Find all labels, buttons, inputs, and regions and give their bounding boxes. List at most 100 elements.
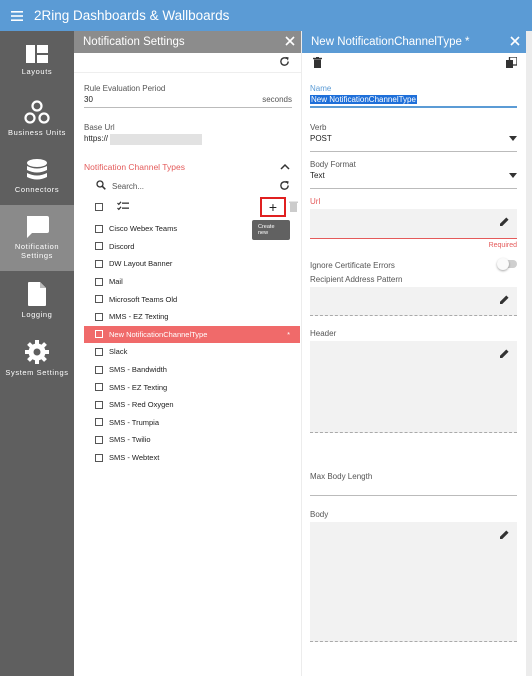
verb-select[interactable]: Verb POST — [310, 123, 517, 152]
sidebar-nav: Layouts Business Units Connectors Notifi… — [0, 31, 74, 676]
search-input[interactable] — [112, 181, 262, 191]
ignore-cert-toggle-row[interactable]: Ignore Certificate Errors — [310, 258, 517, 272]
delete-icon[interactable] — [289, 201, 298, 214]
database-icon — [27, 158, 47, 181]
file-icon — [28, 281, 46, 306]
unsaved-marker: * — [287, 329, 290, 339]
row-checkbox[interactable] — [95, 400, 103, 409]
row-checkbox[interactable] — [95, 453, 103, 462]
field-unit: seconds — [262, 95, 292, 104]
create-new-button[interactable]: + — [260, 197, 286, 217]
list-item[interactable]: SMS - Bandwidth — [84, 361, 300, 379]
refresh-icon[interactable] — [279, 180, 290, 193]
body-format-select[interactable]: Body Format Text — [310, 160, 517, 189]
sidebar-item-system-settings[interactable]: System Settings — [0, 329, 74, 387]
row-checkbox[interactable] — [95, 365, 103, 374]
sidebar-item-label: Connectors — [14, 184, 60, 194]
list-item[interactable]: SMS - EZ Texting — [84, 378, 300, 396]
close-icon[interactable] — [510, 35, 520, 49]
row-checkbox[interactable] — [95, 435, 103, 444]
panel-toolbar — [74, 53, 301, 73]
edit-pencil-icon[interactable] — [500, 349, 509, 360]
layouts-icon — [26, 44, 48, 63]
rule-evaluation-field[interactable]: Rule Evaluation Period 30 seconds — [84, 84, 292, 108]
field-value: https:// — [84, 134, 109, 143]
list-item-label: SMS - Twilio — [109, 435, 151, 445]
row-checkbox[interactable] — [95, 330, 103, 339]
editor-toolbar — [302, 53, 526, 73]
body-input[interactable] — [310, 522, 517, 642]
field-label: Body — [310, 510, 329, 519]
list-item-label: SMS - Bandwidth — [109, 365, 167, 375]
sidebar-item-notification-settings[interactable]: Notification Settings — [0, 205, 74, 271]
list-item[interactable]: Slack — [84, 343, 300, 361]
list-item[interactable]: Discord — [84, 238, 300, 256]
field-label: Ignore Certificate Errors — [310, 261, 395, 270]
sidebar-item-label: System Settings — [5, 367, 69, 377]
list-item-label: SMS - EZ Texting — [109, 382, 168, 392]
recipient-pattern-field[interactable]: Recipient Address Pattern — [310, 275, 517, 316]
list-item-label: SMS - Red Oxygen — [109, 400, 174, 410]
body-field[interactable]: Body — [310, 510, 517, 642]
field-label: Name — [310, 84, 332, 93]
delete-icon[interactable] — [313, 56, 322, 70]
list-item[interactable]: Cisco Webex Teams — [84, 220, 300, 238]
header-input[interactable] — [310, 341, 517, 433]
row-checkbox[interactable] — [95, 259, 103, 268]
sidebar-item-connectors[interactable]: Connectors — [0, 147, 74, 205]
refresh-icon[interactable] — [279, 56, 290, 69]
chevron-up-icon[interactable] — [280, 162, 290, 172]
list-item[interactable]: Microsoft Teams Old — [84, 290, 300, 308]
row-checkbox[interactable] — [95, 224, 103, 233]
business-units-icon — [24, 99, 50, 124]
url-field[interactable]: Url Required — [310, 197, 517, 249]
hamburger-menu-icon[interactable] — [0, 10, 34, 21]
row-checkbox[interactable] — [95, 418, 103, 427]
app-title: 2Ring Dashboards & Wallboards — [34, 8, 230, 23]
edit-pencil-icon[interactable] — [500, 295, 509, 306]
name-field[interactable]: Name New NotificationChannelType — [310, 84, 517, 108]
copy-icon[interactable] — [506, 55, 518, 70]
field-label: Base Url — [84, 123, 115, 132]
ignore-cert-toggle[interactable] — [497, 258, 517, 270]
row-checkbox[interactable] — [95, 295, 103, 304]
list-item[interactable]: SMS - Trumpia — [84, 414, 300, 432]
list-item[interactable]: Mail — [84, 273, 300, 291]
base-url-field[interactable]: Base Url https:// — [84, 123, 292, 145]
sidebar-item-layouts[interactable]: Layouts — [0, 31, 74, 89]
edit-pencil-icon[interactable] — [500, 217, 509, 228]
list-item-label: SMS - Trumpia — [109, 417, 160, 427]
url-input[interactable] — [310, 209, 517, 239]
row-checkbox[interactable] — [95, 347, 103, 356]
select-all-checkbox[interactable] — [95, 203, 103, 211]
row-checkbox[interactable] — [95, 277, 103, 286]
sidebar-item-label: Notification Settings — [14, 242, 60, 260]
row-checkbox[interactable] — [95, 242, 103, 251]
list-item-label: SMS - Webtext — [109, 453, 160, 463]
header-field[interactable]: Header — [310, 329, 517, 433]
list-item-label: Cisco Webex Teams — [109, 224, 178, 234]
list-item-label: Microsoft Teams Old — [109, 294, 178, 304]
channel-types-section-header[interactable]: Notification Channel Types — [84, 162, 290, 172]
list-item[interactable]: SMS - Red Oxygen — [84, 396, 300, 414]
list-item-selected[interactable]: New NotificationChannelType * — [84, 325, 300, 344]
checklist-icon[interactable] — [117, 201, 129, 213]
close-icon[interactable] — [285, 35, 295, 49]
max-body-length-field[interactable]: Max Body Length — [310, 472, 517, 496]
row-checkbox[interactable] — [95, 312, 103, 321]
name-input[interactable]: New NotificationChannelType — [310, 95, 417, 104]
list-item[interactable]: DW Layout Banner — [84, 255, 300, 273]
row-checkbox[interactable] — [95, 383, 103, 392]
list-item[interactable]: SMS - Twilio — [84, 431, 300, 449]
editor-header: New NotificationChannelType * — [302, 31, 526, 53]
channel-type-editor-panel: New NotificationChannelType * Name New N… — [302, 31, 526, 676]
recipient-pattern-input[interactable] — [310, 287, 517, 316]
sidebar-item-business-units[interactable]: Business Units — [0, 89, 74, 147]
field-label: Max Body Length — [310, 472, 373, 481]
edit-pencil-icon[interactable] — [500, 530, 509, 541]
list-item[interactable]: SMS - Webtext — [84, 449, 300, 467]
list-item[interactable]: MMS - EZ Texting — [84, 308, 300, 326]
sidebar-item-logging[interactable]: Logging — [0, 271, 74, 329]
section-title: Notification Channel Types — [84, 162, 185, 172]
redacted-area — [110, 134, 203, 145]
